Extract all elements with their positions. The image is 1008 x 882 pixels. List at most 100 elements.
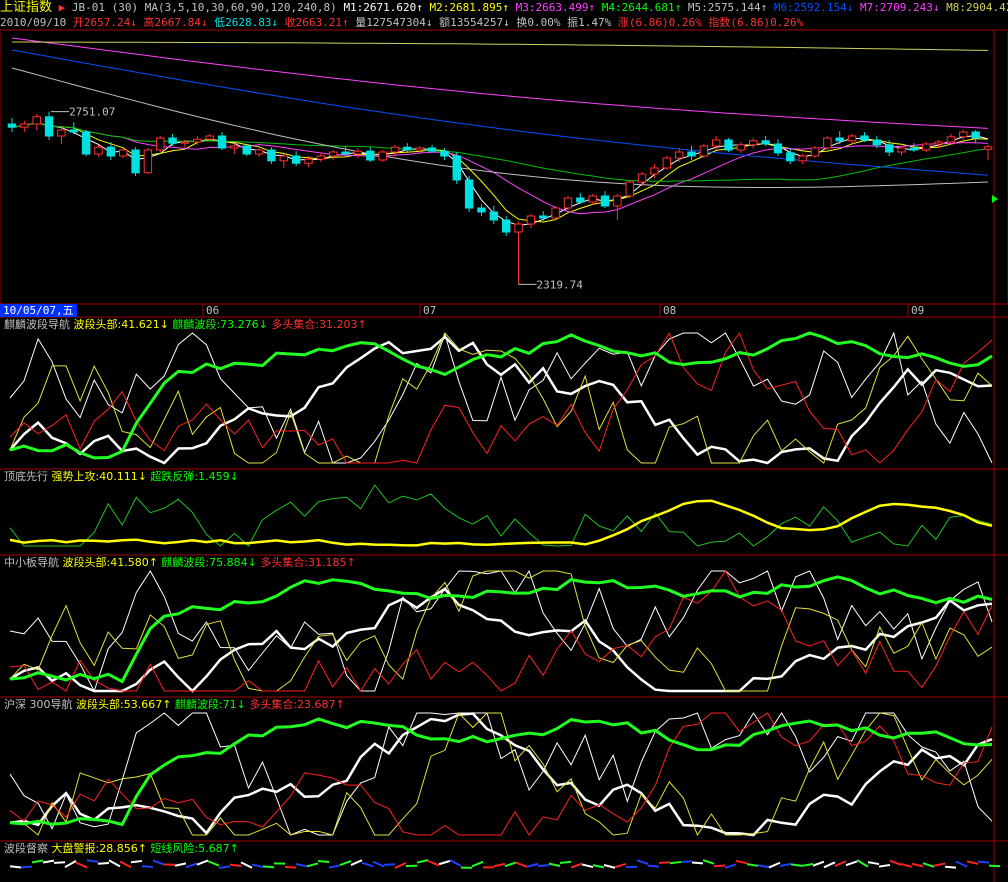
candle-body bbox=[959, 131, 968, 138]
panel-header-2: 顶底先行 强势上攻:40.111↓ 超跌反弹:1.459↓ bbox=[4, 470, 239, 484]
panel-5-segment bbox=[251, 863, 264, 869]
panel-5-segment bbox=[603, 863, 616, 869]
quote-item-1: 开2657.24↓ bbox=[72, 16, 137, 29]
play-icon[interactable]: ▶ bbox=[59, 1, 72, 14]
candle-body bbox=[884, 144, 894, 153]
panel-5-segment bbox=[64, 859, 77, 869]
panel-5-segment bbox=[548, 862, 561, 867]
panel-5-segment bbox=[570, 862, 583, 869]
candle-body bbox=[378, 151, 387, 161]
panel-5-segment bbox=[988, 864, 1001, 868]
candle-body bbox=[230, 145, 239, 149]
quote-item-6: 额13554257↓ bbox=[432, 16, 510, 29]
panel-5-segment bbox=[724, 863, 737, 869]
panel-5-segment bbox=[20, 865, 33, 869]
panel-4-value-3: 多头集合:23.687↑ bbox=[245, 698, 345, 711]
panel-5-segment bbox=[361, 861, 374, 868]
candle-body bbox=[403, 146, 412, 151]
quote-item-8: 振1.47% bbox=[560, 16, 612, 29]
candle-body bbox=[860, 135, 869, 141]
panel-5-segment bbox=[53, 861, 66, 864]
panel-5-segment bbox=[306, 862, 319, 868]
ma-value-4: M4:2644.681↑ bbox=[595, 1, 682, 14]
candle-body bbox=[44, 116, 54, 137]
panel-5-segment bbox=[845, 860, 858, 867]
formula-name[interactable]: JB-01 (30) bbox=[72, 1, 138, 14]
panel-5-segment bbox=[130, 859, 143, 864]
high-label: 2751.07 bbox=[69, 106, 115, 119]
panel-5-segment bbox=[9, 865, 22, 869]
panel-3-line-white-thick bbox=[9, 587, 993, 693]
candle-body bbox=[786, 152, 795, 162]
panel-5-segment bbox=[75, 861, 88, 869]
ma-line-6 bbox=[11, 49, 989, 176]
panel-4-value-2: 麒麟波段:71↓ bbox=[171, 698, 246, 711]
panel-1-line-red bbox=[9, 331, 993, 464]
quote-item-7: 换0.00% bbox=[509, 16, 561, 29]
candle-body bbox=[872, 139, 882, 146]
month-label: 08 bbox=[663, 304, 676, 317]
candle-body bbox=[464, 179, 474, 209]
candle-body bbox=[687, 151, 696, 157]
panel-4-line-white-thick bbox=[9, 712, 993, 837]
panel-5-segment bbox=[493, 862, 506, 868]
panel-5-segment bbox=[119, 860, 132, 869]
candle-body bbox=[81, 131, 91, 155]
cursor-date-tag: 10/05/07,五 bbox=[0, 304, 77, 317]
candle-body bbox=[143, 149, 153, 174]
panel-5-segment bbox=[383, 863, 396, 866]
candle-body bbox=[749, 140, 758, 146]
panel-4-line-red bbox=[9, 712, 993, 836]
panel-5-segment bbox=[284, 865, 297, 869]
candle-body bbox=[452, 155, 461, 181]
candle-body bbox=[835, 137, 844, 142]
ma-values: M1:2671.620↑ M2:2681.895↑ M3:2663.499↑ M… bbox=[343, 1, 1008, 14]
candle-body bbox=[193, 138, 202, 143]
candle-body bbox=[625, 181, 634, 197]
panel-5-segment bbox=[31, 859, 44, 864]
low-label: 2319.74 bbox=[537, 278, 584, 291]
ma-value-6: M6:2592.154↓ bbox=[767, 1, 854, 14]
candle-body bbox=[57, 129, 66, 137]
candle-body bbox=[316, 155, 326, 160]
panel-5-segment bbox=[702, 859, 715, 865]
symbol-title[interactable]: 上证指数 bbox=[0, 0, 52, 15]
candle-body bbox=[847, 135, 857, 142]
stock-chart-app: 06 07 08 09 2751.07 2319.74 上证指数 ▶ JB-01 (30)… bbox=[0, 0, 1008, 882]
panel-5-segment bbox=[229, 863, 242, 867]
candle-body bbox=[724, 139, 733, 151]
panel-4-line-white-thin bbox=[9, 712, 993, 836]
candle-body bbox=[946, 136, 956, 143]
candle-body bbox=[983, 146, 993, 150]
panel-header-1: 麒麟波段导航 波段头部:41.621↓ 麒麟波段:73.276↓ 多头集合:31… bbox=[4, 318, 367, 332]
panel-5-segment bbox=[614, 862, 627, 869]
ma-line-7 bbox=[11, 37, 989, 129]
candle-body bbox=[168, 137, 177, 144]
panel-header-3: 中小板导航 波段头部:41.580↑ 麒麟波段:75.884↓ 多头集合:31.… bbox=[4, 556, 356, 570]
ma-params: MA(3,5,10,30,60,90,120,240,8) bbox=[144, 1, 337, 14]
panel-5-segment bbox=[768, 861, 781, 869]
panel-5-segment bbox=[240, 861, 253, 869]
panel-5-segment bbox=[196, 859, 209, 866]
candle-body bbox=[32, 116, 41, 125]
candle-body bbox=[106, 146, 116, 157]
candle-body bbox=[514, 223, 523, 233]
panel-3-line-yellow bbox=[9, 570, 993, 692]
panel-3-value-1: 波段头部:41.580↑ bbox=[59, 556, 158, 569]
panel-header-4: 沪深 300导航 波段头部:53.667↑ 麒麟波段:71↓ 多头集合:23.6… bbox=[4, 698, 345, 712]
panel-2-value-1: 强势上攻:40.111↓ bbox=[48, 470, 147, 483]
panel-5-segment bbox=[427, 859, 440, 867]
candle-body bbox=[7, 123, 17, 128]
quote-date: 2010/09/10 bbox=[0, 16, 67, 29]
panel-5-segment bbox=[933, 862, 946, 867]
ma-value-1: M1:2671.620↑ bbox=[343, 1, 423, 14]
candle-body bbox=[427, 147, 437, 152]
candle-body bbox=[69, 129, 78, 133]
ma-line-8 bbox=[12, 41, 989, 51]
candle-body bbox=[254, 149, 264, 155]
panel-5-segment bbox=[823, 861, 836, 869]
chart-canvas[interactable]: 06 07 08 09 2751.07 2319.74 bbox=[0, 0, 1008, 882]
panel-5-segment bbox=[185, 862, 198, 869]
panel-3-value-3: 多头集合:31.185↑ bbox=[256, 556, 356, 569]
candle-body bbox=[131, 149, 140, 174]
